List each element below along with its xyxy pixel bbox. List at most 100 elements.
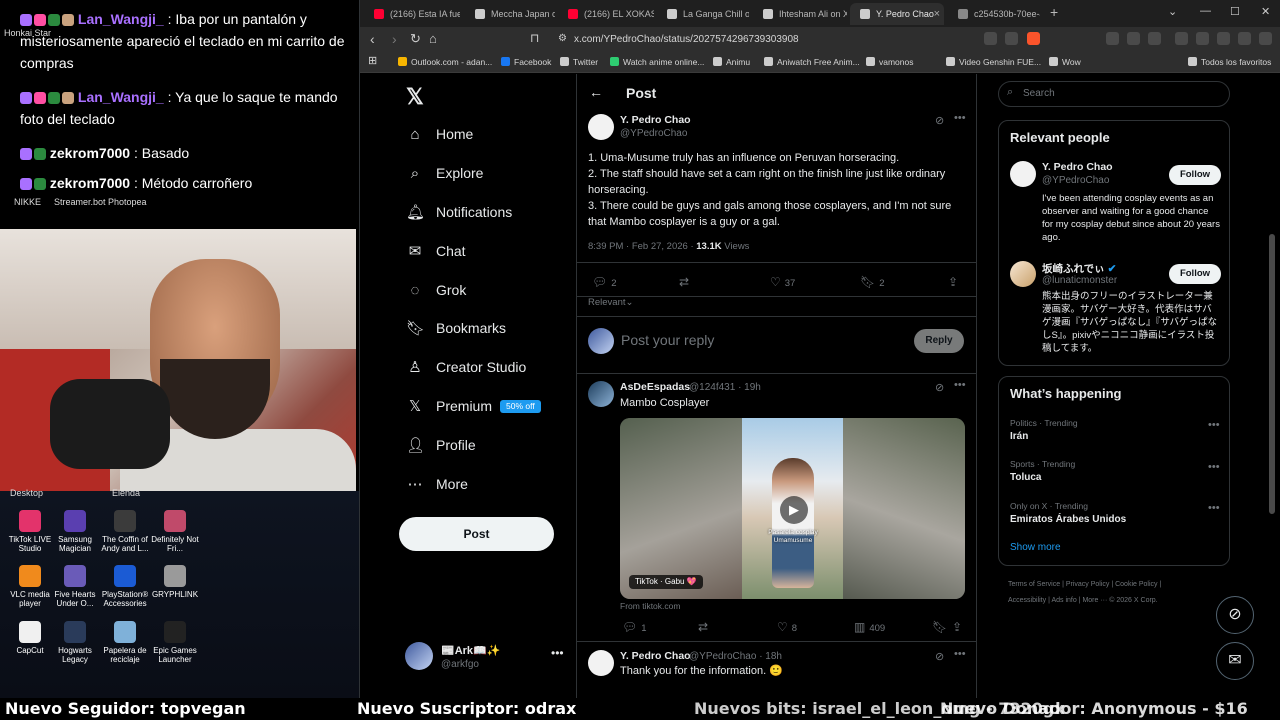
bookmark-item[interactable]: Todos los favoritos: [1188, 56, 1271, 69]
desktop-shortcut[interactable]: Papelera de reciclaje: [97, 621, 153, 664]
messages-fab-icon[interactable]: ✉: [1216, 642, 1254, 680]
reply-author-handle[interactable]: @YPedroChao · 18h: [689, 651, 782, 662]
avatar[interactable]: [588, 114, 614, 140]
home-icon[interactable]: ⌂: [429, 31, 437, 46]
reply-input[interactable]: Post your reply: [621, 332, 714, 348]
share-icon[interactable]: [1005, 32, 1018, 45]
repost-action[interactable]: ⇄: [679, 275, 693, 289]
bookmark-icon[interactable]: 🔖︎: [932, 620, 951, 634]
bookmark-item[interactable]: Wow: [1049, 56, 1081, 69]
tab-search-icon[interactable]: ⌄: [1168, 5, 1177, 18]
tab[interactable]: (2166) Esta IA fue: [364, 3, 460, 25]
extension-icon[interactable]: [1106, 32, 1119, 45]
avatar[interactable]: [1010, 161, 1036, 187]
desktop-shortcut[interactable]: Epic Games Launcher: [147, 621, 203, 664]
sidebar-icon[interactable]: [1196, 32, 1209, 45]
leo-icon[interactable]: [1217, 32, 1230, 45]
nav-item-explore[interactable]: ⌕ Explore: [406, 159, 484, 187]
person-name[interactable]: 坂崎ふれでぃ ✔: [1042, 261, 1116, 276]
bookmark-item[interactable]: Watch anime online...: [610, 56, 704, 69]
bookmark-item[interactable]: Aniwatch Free Anim...: [764, 56, 860, 69]
tab[interactable]: La Ganga Chill on: [657, 3, 749, 25]
account-switcher[interactable]: 📰Ark📖✨ @arkfgo •••: [405, 642, 565, 672]
person-handle[interactable]: @YPedroChao: [1042, 175, 1109, 186]
grok-icon[interactable]: ⊘: [935, 650, 944, 663]
nav-item-bookmarks[interactable]: 🔖︎ Bookmarks: [406, 314, 506, 342]
maximize-button[interactable]: ☐: [1230, 5, 1240, 18]
avatar[interactable]: [588, 381, 614, 407]
like-action[interactable]: ♡ 8: [777, 620, 797, 634]
person-handle[interactable]: @lunaticmonster: [1042, 275, 1117, 286]
video-embed[interactable]: ▶ Pasarela cosplay Umamusume TikTok · Ga…: [620, 418, 965, 599]
reply-author-name[interactable]: AsDeEspadas: [620, 381, 690, 393]
reload-icon[interactable]: ↻: [410, 31, 421, 47]
new-tab-button[interactable]: +: [1050, 4, 1058, 20]
more-dots-icon[interactable]: •••: [954, 648, 966, 660]
person-name[interactable]: Y. Pedro Chao: [1042, 161, 1113, 173]
reply-button[interactable]: Reply: [914, 329, 964, 353]
vpn-icon[interactable]: [1238, 32, 1251, 45]
desktop-shortcut[interactable]: The Coffin of Andy and L...: [97, 510, 153, 553]
x-logo-icon[interactable]: 𝕏: [406, 84, 424, 110]
follow-button[interactable]: Follow: [1169, 165, 1221, 185]
share-icon[interactable]: ⇪: [948, 275, 962, 289]
grok-fab-icon[interactable]: ⊘: [1216, 596, 1254, 634]
bookmark-item[interactable]: Video Genshin FUE...: [946, 56, 1041, 69]
more-dots-icon[interactable]: •••: [1208, 461, 1220, 473]
more-dots-icon[interactable]: •••: [954, 112, 966, 124]
bookmark-action[interactable]: 🔖︎ 2: [860, 275, 885, 289]
nav-item-notifications[interactable]: 🔔︎ Notifications: [406, 198, 512, 226]
source-link[interactable]: From tiktok.com: [620, 601, 680, 611]
follow-button[interactable]: Follow: [1169, 264, 1221, 284]
tab[interactable]: Meccha Japan on: [465, 3, 555, 25]
grok-icon[interactable]: ⊘: [935, 381, 944, 394]
author-handle[interactable]: @YPedroChao: [620, 128, 687, 139]
author-name[interactable]: Y. Pedro Chao: [620, 114, 691, 126]
forward-icon[interactable]: ›: [392, 31, 397, 47]
show-more-link[interactable]: Show more: [1010, 542, 1061, 553]
apps-grid-icon[interactable]: ⊞: [368, 55, 377, 68]
more-dots-icon[interactable]: •••: [1208, 419, 1220, 431]
trend-name[interactable]: Irán: [1010, 431, 1028, 442]
sort-replies-dropdown[interactable]: Relevant⌄: [588, 297, 633, 308]
tab[interactable]: (2166) EL XOKAS: [558, 3, 654, 25]
more-dots-icon[interactable]: •••: [954, 379, 966, 391]
footer-links[interactable]: Accessibility | Ads info | More ··· © 20…: [1008, 593, 1218, 609]
menu-icon[interactable]: [1259, 32, 1272, 45]
back-arrow-icon[interactable]: ←: [589, 84, 603, 100]
more-dots-icon[interactable]: •••: [1208, 502, 1220, 514]
bookmark-item[interactable]: Animu: [713, 56, 750, 69]
nav-item-home[interactable]: ⌂ Home: [406, 120, 473, 148]
grok-icon[interactable]: ⊘: [935, 114, 944, 127]
desktop-shortcut[interactable]: Five Hearts Under O...: [47, 565, 103, 608]
tab-active[interactable]: Y. Pedro Chao ×: [850, 3, 944, 25]
bookmark-item[interactable]: Twitter: [560, 56, 598, 69]
desktop-shortcut[interactable]: PlayStation® Accessories: [97, 565, 153, 608]
desktop-shortcut[interactable]: Samsung Magician: [47, 510, 103, 553]
like-action[interactable]: ♡ 37: [770, 275, 795, 289]
reply-action[interactable]: 💬︎ 2: [592, 275, 617, 289]
avatar[interactable]: [588, 650, 614, 676]
trend-name[interactable]: Toluca: [1010, 472, 1041, 483]
brave-shield-icon[interactable]: [1027, 32, 1040, 45]
desktop-shortcut[interactable]: Hogwarts Legacy: [47, 621, 103, 664]
minimize-button[interactable]: —: [1200, 5, 1211, 17]
reply-author-handle[interactable]: @124f431 · 19h: [689, 382, 761, 393]
scrollbar[interactable]: [1269, 234, 1275, 514]
post-button[interactable]: Post: [399, 517, 554, 551]
desktop-shortcut[interactable]: Definitely Not Fri...: [147, 510, 203, 553]
extension-icon[interactable]: [1148, 32, 1161, 45]
music-icon[interactable]: [1175, 32, 1188, 45]
nav-item-creator-studio[interactable]: ♙ Creator Studio: [406, 353, 526, 381]
desktop-shortcut[interactable]: GRYPHLINK: [147, 565, 203, 599]
bookmark-item[interactable]: Facebook: [501, 56, 551, 69]
back-icon[interactable]: ‹: [370, 31, 375, 47]
tab[interactable]: Ihtesham Ali on X: [753, 3, 847, 25]
nav-item-chat[interactable]: ✉ Chat: [406, 237, 466, 265]
search-input[interactable]: ⌕ Search: [998, 81, 1230, 107]
nav-item-premium[interactable]: 𝕏 Premium 50% off: [406, 392, 541, 420]
bookmark-page-icon[interactable]: ⊓: [530, 31, 539, 45]
repost-action[interactable]: ⇄: [698, 620, 712, 634]
share-icon[interactable]: ⇪: [952, 620, 966, 634]
tab[interactable]: c254530b-70ee-4: [948, 3, 1040, 25]
